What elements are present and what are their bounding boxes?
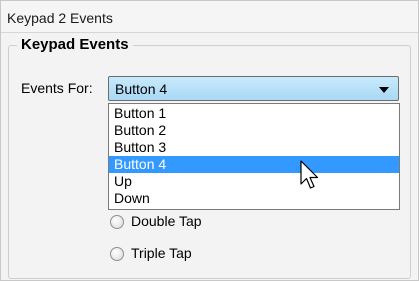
radio-label-triple-tap: Triple Tap	[131, 245, 192, 261]
option-down[interactable]: Down	[109, 190, 399, 207]
chevron-down-icon[interactable]	[379, 87, 389, 93]
events-for-options-list[interactable]: Button 1 Button 2 Button 3 Button 4 Up D…	[108, 103, 400, 210]
events-for-selected-value: Button 4	[115, 81, 168, 97]
radio-button-icon[interactable]	[110, 247, 124, 261]
mouse-pointer-icon	[300, 160, 319, 189]
option-button-1[interactable]: Button 1	[109, 105, 399, 122]
option-up[interactable]: Up	[109, 173, 399, 190]
option-button-3[interactable]: Button 3	[109, 139, 399, 156]
group-legend: Keypad Events	[17, 36, 133, 53]
radio-button-icon[interactable]	[110, 215, 124, 229]
panel-header: Keypad 2 Events	[1, 1, 418, 33]
events-for-dropdown[interactable]: Button 4	[108, 76, 399, 101]
option-button-4[interactable]: Button 4	[109, 156, 399, 173]
panel-title: Keypad 2 Events	[7, 10, 113, 26]
option-button-2[interactable]: Button 2	[109, 122, 399, 139]
events-for-label: Events For:	[21, 80, 93, 96]
radio-label-double-tap: Double Tap	[131, 213, 202, 229]
